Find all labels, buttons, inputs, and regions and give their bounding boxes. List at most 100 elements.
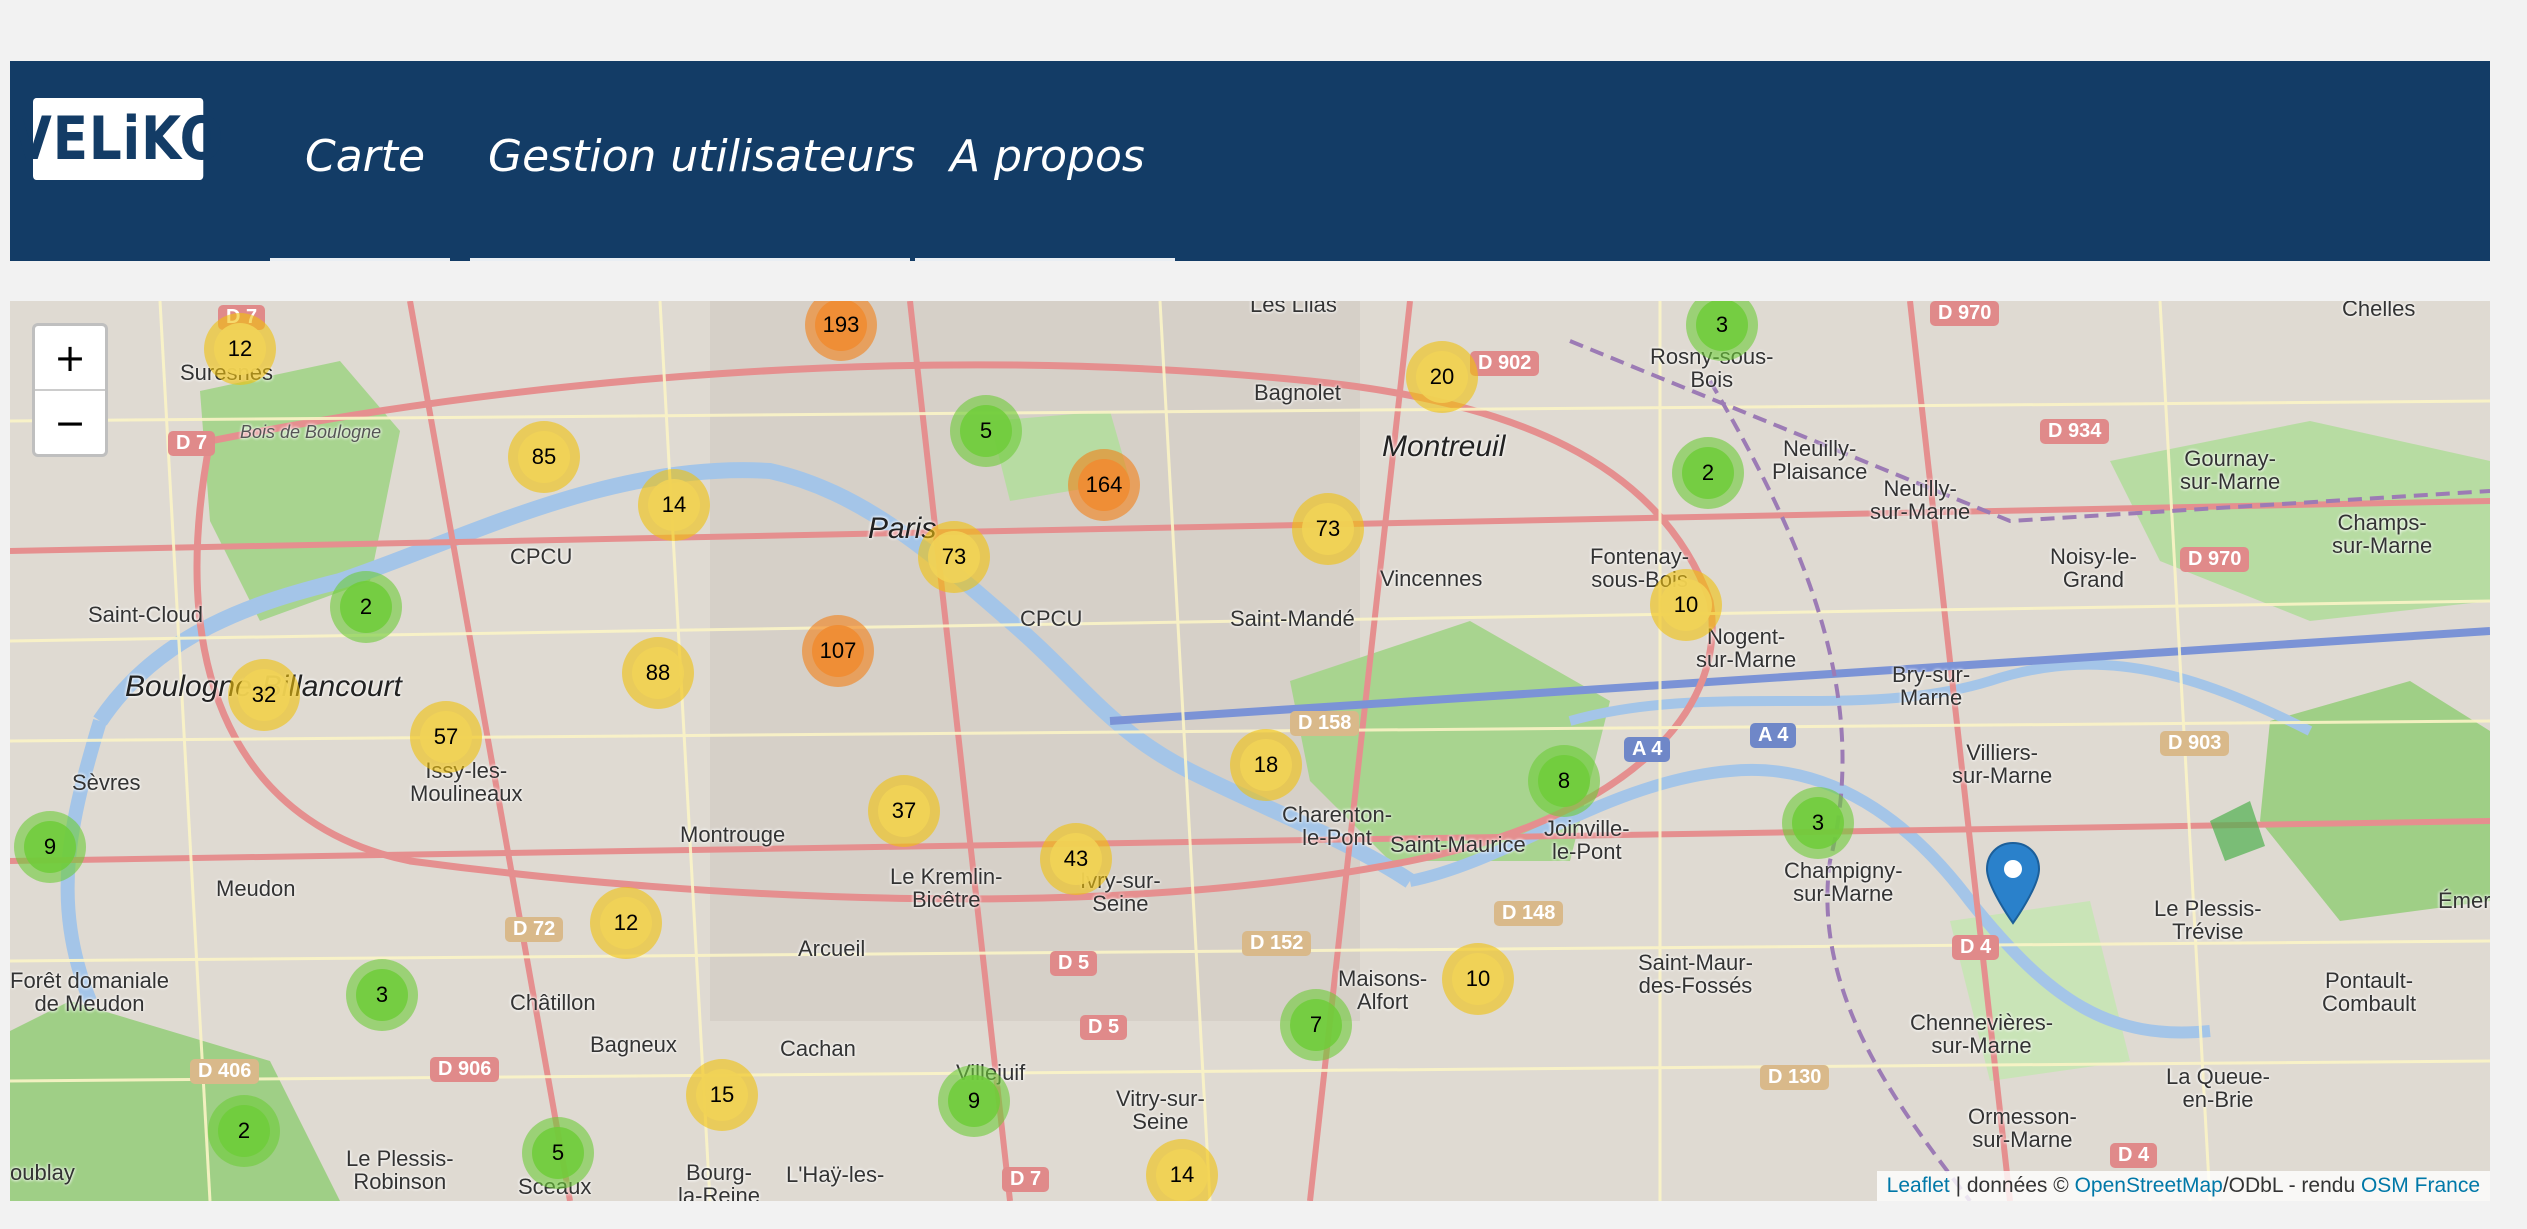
map-pin-icon[interactable] [1984, 841, 2042, 925]
cluster-count: 73 [1302, 503, 1354, 555]
place-label: Neuilly- Plaisance [1772, 436, 1868, 485]
cluster-count: 10 [1452, 953, 1504, 1005]
road-label: D 970 [1930, 301, 2000, 326]
openstreetmap-link[interactable]: OpenStreetMap [2075, 1174, 2223, 1197]
road-label: D 130 [1760, 1065, 1830, 1090]
place-label: Arcueil [798, 936, 866, 961]
road-label: D 158 [1290, 711, 1360, 736]
cluster-count: 9 [24, 821, 76, 873]
marker-cluster[interactable]: 3 [346, 959, 418, 1031]
cluster-count: 43 [1050, 833, 1102, 885]
cluster-count: 73 [928, 531, 980, 583]
marker-cluster[interactable]: 20 [1406, 341, 1478, 413]
place-label: Le Plessis- Robinson [346, 1146, 454, 1195]
cluster-count: 5 [532, 1127, 584, 1179]
place-label: Nogent- sur-Marne [1696, 624, 1797, 673]
place-label: Bourg- la-Reine [678, 1160, 760, 1201]
place-label: Bois de Boulogne [240, 422, 382, 442]
marker-cluster[interactable]: 2 [330, 571, 402, 643]
osm-france-link[interactable]: OSM France [2361, 1174, 2480, 1197]
place-label: Montreuil [1382, 430, 1506, 463]
marker-cluster[interactable]: 7 [1280, 989, 1352, 1061]
road-label: A 4 [1624, 737, 1671, 762]
place-label: Champs- sur-Marne [2332, 510, 2433, 559]
marker-cluster[interactable]: 107 [802, 615, 874, 687]
road-label: D 152 [1242, 931, 1312, 956]
cluster-count: 2 [218, 1105, 270, 1157]
cluster-count: 88 [632, 647, 684, 699]
place-label: Chelles [2342, 301, 2416, 321]
marker-cluster[interactable]: 14 [638, 469, 710, 541]
place-label: Forêt domaniale de Meudon [10, 968, 169, 1017]
place-label: Noisy-le- Grand [2050, 544, 2137, 593]
road-label: D 4 [2110, 1143, 2158, 1168]
cluster-count: 193 [815, 301, 867, 351]
nav-link-gestion-utilisateurs[interactable]: Gestion utilisateurs [488, 131, 915, 182]
zoom-control: + − [32, 323, 108, 457]
place-label: Saint-Maurice [1390, 832, 1526, 857]
nav-link-carte[interactable]: Carte [305, 131, 425, 182]
marker-cluster[interactable]: 9 [938, 1065, 1010, 1137]
place-label: L'Haÿ-les- [786, 1162, 885, 1187]
nav-link-a-propos[interactable]: A propos [950, 131, 1145, 182]
place-label: Ormesson- sur-Marne [1968, 1104, 2077, 1153]
marker-cluster[interactable]: 15 [686, 1059, 758, 1131]
cluster-count: 57 [420, 711, 472, 763]
marker-cluster[interactable]: 3 [1782, 787, 1854, 859]
road-label: D 902 [1470, 351, 1540, 376]
marker-cluster[interactable]: 14 [1146, 1139, 1218, 1201]
road-label: D 970 [2180, 547, 2250, 572]
place-label: Villiers- sur-Marne [1952, 740, 2053, 789]
zoom-out-button[interactable]: − [35, 389, 105, 454]
cluster-count: 3 [1792, 797, 1844, 849]
marker-cluster[interactable]: 10 [1442, 943, 1514, 1015]
marker-cluster[interactable]: 85 [508, 421, 580, 493]
marker-cluster[interactable]: 73 [1292, 493, 1364, 565]
cluster-count: 32 [238, 669, 290, 721]
marker-cluster[interactable]: 12 [204, 313, 276, 385]
marker-cluster[interactable]: 9 [14, 811, 86, 883]
marker-cluster[interactable]: 5 [522, 1117, 594, 1189]
marker-cluster[interactable]: 5 [950, 395, 1022, 467]
place-label: Pontault- Combault [2322, 968, 2417, 1017]
place-label: Sèvres [72, 770, 141, 795]
road-label: D 148 [1494, 901, 1564, 926]
map-attribution: Leaflet | données © OpenStreetMap/ODbL -… [1876, 1171, 2490, 1201]
marker-cluster[interactable]: 88 [622, 637, 694, 709]
place-label: Le Kremlin- Bicêtre [890, 864, 1003, 913]
place-label: Cachan [780, 1036, 856, 1061]
cluster-count: 5 [960, 405, 1012, 457]
marker-cluster[interactable]: 43 [1040, 823, 1112, 895]
marker-cluster[interactable]: 12 [590, 887, 662, 959]
road-label: D 406 [190, 1059, 260, 1084]
road-label: D 5 [1050, 951, 1098, 976]
marker-cluster[interactable]: 73 [918, 521, 990, 593]
place-label: Saint-Cloud [88, 602, 203, 627]
marker-cluster[interactable]: 57 [410, 701, 482, 773]
marker-cluster[interactable]: 37 [868, 775, 940, 847]
cluster-count: 10 [1660, 579, 1712, 631]
place-label: Le Plessis- Trévise [2154, 896, 2262, 945]
top-navbar: VELiKO Carte Gestion utilisateurs A prop… [10, 61, 2490, 261]
place-label: Saint-Maur- des-Fossés [1638, 950, 1753, 999]
zoom-in-button[interactable]: + [35, 326, 105, 389]
cluster-count: 7 [1290, 999, 1342, 1051]
map-container[interactable]: Suresnes Bois de Boulogne Saint-Cloud Bo… [10, 301, 2490, 1201]
place-label: CPCU [1020, 606, 1083, 631]
cluster-count: 164 [1078, 459, 1130, 511]
cluster-count: 14 [1156, 1149, 1208, 1201]
marker-cluster[interactable]: 164 [1068, 449, 1140, 521]
marker-cluster[interactable]: 2 [1672, 437, 1744, 509]
cluster-count: 20 [1416, 351, 1468, 403]
marker-cluster[interactable]: 10 [1650, 569, 1722, 641]
marker-cluster[interactable]: 8 [1528, 745, 1600, 817]
leaflet-link[interactable]: Leaflet [1887, 1174, 1950, 1197]
cluster-count: 8 [1538, 755, 1590, 807]
marker-cluster[interactable]: 32 [228, 659, 300, 731]
nav-underline [270, 258, 450, 261]
marker-cluster[interactable]: 2 [208, 1095, 280, 1167]
marker-cluster[interactable]: 18 [1230, 729, 1302, 801]
veliko-logo[interactable]: VELiKO [12, 98, 224, 180]
cluster-count: 85 [518, 431, 570, 483]
place-label: Vitry-sur- Seine [1116, 1086, 1205, 1135]
